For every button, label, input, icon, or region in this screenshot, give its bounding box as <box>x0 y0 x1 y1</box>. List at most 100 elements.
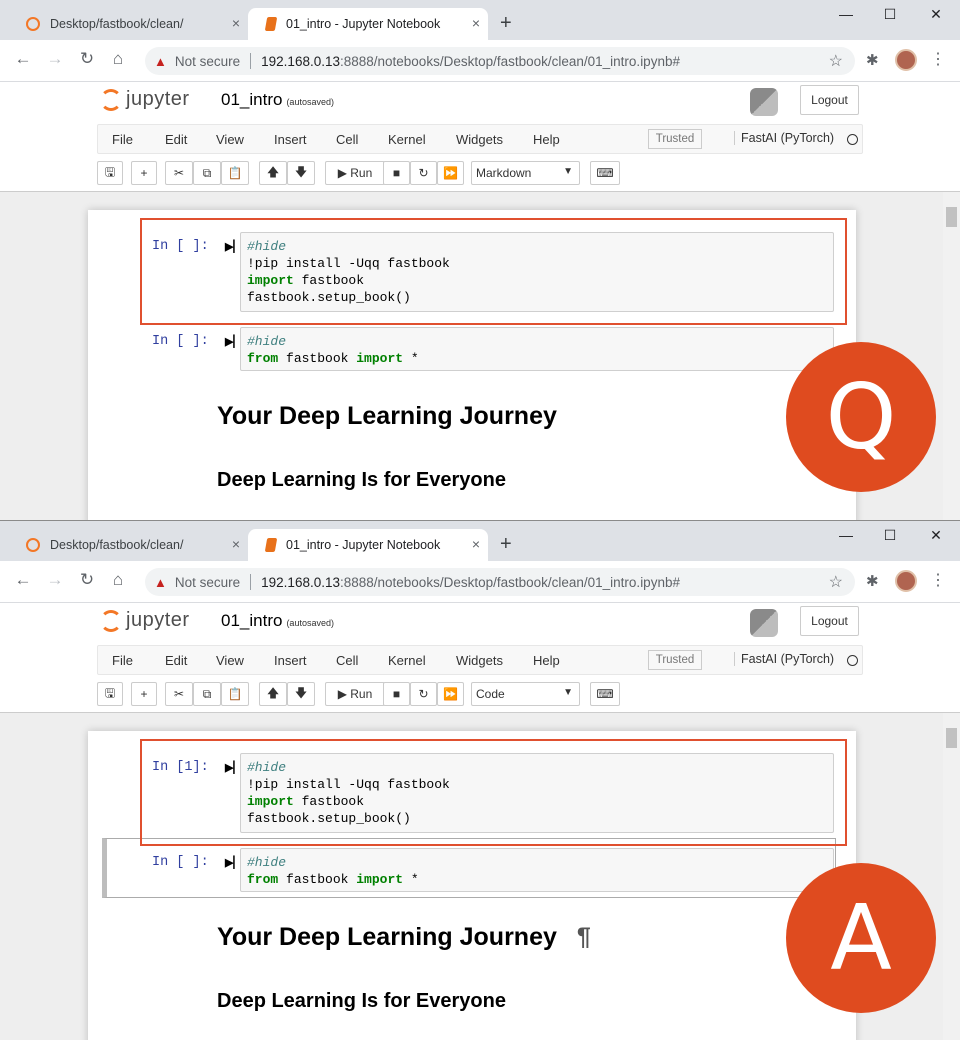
run-button[interactable]: ▶ Run <box>325 161 385 185</box>
notebook-scrollbar[interactable] <box>943 192 960 520</box>
move-down-icon[interactable]: 🡇 <box>287 161 315 185</box>
move-down-icon[interactable]: 🡇 <box>287 682 315 706</box>
menu-file[interactable]: File <box>112 132 133 147</box>
run-button[interactable]: ▶ Run <box>325 682 385 706</box>
bookmark-star-icon[interactable]: ☆ <box>829 572 843 592</box>
insert-cell-icon[interactable]: + <box>131 161 157 185</box>
home-icon[interactable]: ⌂ <box>108 570 128 590</box>
jupyter-logo[interactable]: jupyter <box>100 88 190 111</box>
menu-widgets[interactable]: Widgets <box>456 653 503 668</box>
profile-avatar[interactable] <box>895 49 917 71</box>
scrollbar-thumb[interactable] <box>946 207 957 227</box>
logout-button[interactable]: Logout <box>800 85 859 115</box>
tab-close-icon[interactable]: × <box>232 536 240 552</box>
home-icon[interactable]: ⌂ <box>108 49 128 69</box>
minimize-button[interactable]: — <box>836 527 856 543</box>
bookmark-star-icon[interactable]: ☆ <box>829 51 843 71</box>
security-label[interactable]: Not secure <box>175 575 240 590</box>
menu-kernel[interactable]: Kernel <box>388 132 426 147</box>
new-tab-button[interactable]: + <box>500 533 512 556</box>
move-up-icon[interactable]: 🡅 <box>259 682 287 706</box>
profile-avatar[interactable] <box>895 570 917 592</box>
browser-menu-icon[interactable]: ⋮ <box>930 49 946 69</box>
cut-icon[interactable]: ✂ <box>165 682 193 706</box>
paste-icon[interactable]: 📋 <box>221 682 249 706</box>
paste-icon[interactable]: 📋 <box>221 161 249 185</box>
notebook-name[interactable]: 01_intro (autosaved) <box>221 90 334 110</box>
address-bar[interactable]: ▲ Not secure 192.168.0.13:8888/notebooks/D… <box>145 568 855 596</box>
tab-jupyter-notebook[interactable]: 01_intro - Jupyter Notebook × <box>248 529 488 561</box>
kernel-name[interactable]: FastAI (PyTorch) <box>734 131 834 145</box>
save-icon[interactable]: 🖫 <box>97 161 123 185</box>
menu-insert[interactable]: Insert <box>274 132 307 147</box>
run-all-icon[interactable]: ⏩ <box>437 161 464 185</box>
maximize-button[interactable]: ☐ <box>880 6 900 23</box>
browser-menu-icon[interactable]: ⋮ <box>930 570 946 590</box>
tab-jupyter-notebook[interactable]: 01_intro - Jupyter Notebook × <box>248 8 488 40</box>
kernel-name[interactable]: FastAI (PyTorch) <box>734 652 834 666</box>
menu-insert[interactable]: Insert <box>274 653 307 668</box>
logout-button[interactable]: Logout <box>800 606 859 636</box>
stop-icon[interactable]: ■ <box>383 161 410 185</box>
keyboard-icon[interactable]: ⌨ <box>590 682 620 706</box>
restart-icon[interactable]: ↻ <box>410 682 437 706</box>
address-bar[interactable]: ▲ Not secure 192.168.0.13:8888/notebooks/D… <box>145 47 855 75</box>
menu-edit[interactable]: Edit <box>165 132 187 147</box>
extensions-puzzle-icon[interactable]: ✱ <box>866 572 879 590</box>
menu-help[interactable]: Help <box>533 653 560 668</box>
menu-cell[interactable]: Cell <box>336 132 358 147</box>
code-text: fastbook <box>278 872 357 887</box>
menu-view[interactable]: View <box>216 653 244 668</box>
kernel-idle-icon <box>847 134 858 145</box>
copy-icon[interactable]: ⧉ <box>193 682 221 706</box>
trusted-indicator[interactable]: Trusted <box>648 129 702 149</box>
cut-icon[interactable]: ✂ <box>165 161 193 185</box>
back-icon[interactable]: ← <box>13 570 33 590</box>
tab-file-browser[interactable]: Desktop/fastbook/clean/ × <box>8 529 248 561</box>
jupyter-logo[interactable]: jupyter <box>100 609 190 632</box>
code-cell-input[interactable]: #hide from fastbook import * <box>240 848 834 892</box>
menu-cell[interactable]: Cell <box>336 653 358 668</box>
close-window-button[interactable]: ✕ <box>926 527 946 544</box>
cell-type-select[interactable]: Code ▼ <box>471 682 580 706</box>
tab-file-browser[interactable]: Desktop/fastbook/clean/ × <box>8 8 248 40</box>
notebook-scrollbar[interactable] <box>943 713 960 1040</box>
copy-icon[interactable]: ⧉ <box>193 161 221 185</box>
extensions-puzzle-icon[interactable]: ✱ <box>866 51 879 69</box>
code-line: #hide <box>247 854 827 871</box>
code-text: * <box>403 351 419 366</box>
code-cell-input[interactable]: #hide from fastbook import * <box>240 327 834 371</box>
minimize-button[interactable]: — <box>836 6 856 22</box>
tab-close-icon[interactable]: × <box>472 536 480 552</box>
tab-close-icon[interactable]: × <box>472 15 480 31</box>
tab-close-icon[interactable]: × <box>232 15 240 31</box>
scrollbar-thumb[interactable] <box>946 728 957 748</box>
menu-file[interactable]: File <box>112 653 133 668</box>
anchor-link-icon[interactable]: ¶ <box>577 923 591 951</box>
notebook-name[interactable]: 01_intro (autosaved) <box>221 611 334 631</box>
reload-icon[interactable]: ↻ <box>77 49 97 69</box>
maximize-button[interactable]: ☐ <box>880 527 900 544</box>
run-all-icon[interactable]: ⏩ <box>437 682 464 706</box>
back-icon[interactable]: ← <box>13 49 33 69</box>
trusted-indicator[interactable]: Trusted <box>648 650 702 670</box>
move-up-icon[interactable]: 🡅 <box>259 161 287 185</box>
security-label[interactable]: Not secure <box>175 54 240 69</box>
cell-type-select[interactable]: Markdown ▼ <box>471 161 580 185</box>
forward-icon[interactable]: → <box>45 49 65 69</box>
restart-icon[interactable]: ↻ <box>410 161 437 185</box>
close-window-button[interactable]: ✕ <box>926 6 946 23</box>
menu-view[interactable]: View <box>216 132 244 147</box>
menu-edit[interactable]: Edit <box>165 653 187 668</box>
reload-icon[interactable]: ↻ <box>77 570 97 590</box>
menu-help[interactable]: Help <box>533 132 560 147</box>
save-icon[interactable]: 🖫 <box>97 682 123 706</box>
new-tab-button[interactable]: + <box>500 12 512 35</box>
menu-widgets[interactable]: Widgets <box>456 132 503 147</box>
forward-icon[interactable]: → <box>45 570 65 590</box>
menu-bar: File Edit View Insert Cell Kernel Widgets Help T… <box>97 124 863 154</box>
keyboard-icon[interactable]: ⌨ <box>590 161 620 185</box>
menu-kernel[interactable]: Kernel <box>388 653 426 668</box>
insert-cell-icon[interactable]: + <box>131 682 157 706</box>
stop-icon[interactable]: ■ <box>383 682 410 706</box>
